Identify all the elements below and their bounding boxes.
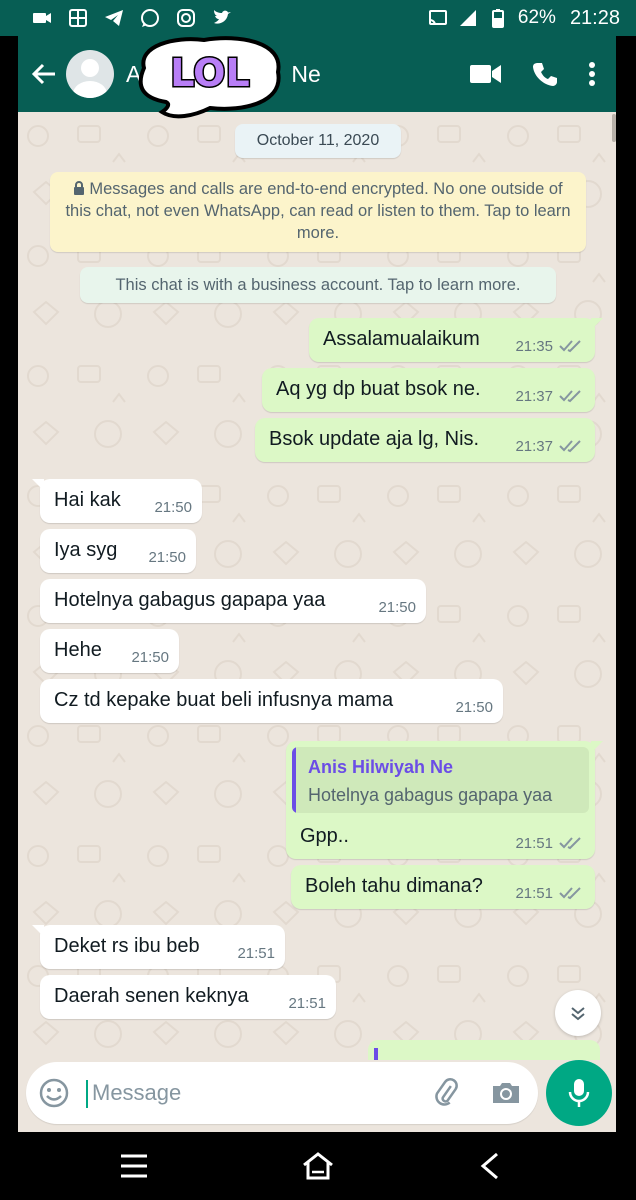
message-composer: Message (18, 1060, 616, 1132)
back-icon (480, 1152, 498, 1180)
message-text: Cz td kepake buat beli infusnya mama (54, 689, 394, 711)
home-button[interactable] (298, 1146, 338, 1186)
camera-icon[interactable] (490, 1077, 522, 1109)
message-bubble[interactable]: Daerah senen keknya 21:51 (40, 975, 336, 1019)
quote-bar (374, 1048, 378, 1060)
message-time: 21:51 (515, 835, 553, 852)
message-text: Iya syg (54, 539, 118, 561)
read-receipt-icon (559, 887, 581, 900)
message-time: 21:37 (515, 388, 553, 405)
camera-icon (33, 13, 51, 23)
default-avatar-icon (73, 59, 107, 98)
telegram-icon (105, 10, 123, 26)
text-caret (86, 1080, 88, 1108)
read-receipt-icon (559, 390, 581, 403)
signal-icon (459, 10, 476, 26)
bubble-tail (32, 479, 44, 491)
read-receipt-icon (559, 837, 581, 850)
twitter-icon (214, 10, 231, 24)
message-text: Deket rs ibu beb (54, 935, 200, 957)
message-text: Hehe (54, 639, 102, 661)
bubble-tail (591, 741, 603, 753)
message-text: Daerah senen keknya (54, 985, 249, 1007)
read-receipt-icon (559, 440, 581, 453)
recent-apps-button[interactable] (114, 1146, 154, 1186)
contact-name-suffix[interactable]: Ne (291, 61, 320, 88)
quoted-text: Hotelnya gabagus gapapa yaa (308, 785, 553, 805)
message-time: 21:51 (515, 885, 553, 902)
chat-header: A Ne (18, 36, 616, 112)
scroll-to-bottom-button[interactable] (555, 990, 601, 1036)
message-bubble[interactable]: Hotelnya gabagus gapapa yaa 21:50 (40, 579, 426, 623)
message-time: 21:50 (154, 499, 192, 516)
encryption-notice-text: Messages and calls are end-to-end encryp… (65, 180, 571, 242)
message-time: 21:50 (378, 599, 416, 616)
back-button[interactable] (24, 54, 64, 94)
bubble-tail (591, 318, 603, 330)
message-text: Hotelnya gabagus gapapa yaa (54, 589, 326, 611)
system-navigation-bar (0, 1132, 636, 1200)
partial-message-bubble[interactable] (368, 1040, 600, 1060)
whatsapp-icon (141, 9, 159, 27)
avatar[interactable] (66, 50, 114, 98)
more-icon[interactable] (588, 61, 596, 87)
message-time: 21:50 (131, 649, 169, 666)
message-bubble[interactable]: Cz td kepake buat beli infusnya mama 21:… (40, 679, 503, 723)
message-time: 21:37 (515, 438, 553, 455)
attach-icon[interactable] (430, 1077, 462, 1109)
status-bar: 62% 21:28 (0, 0, 636, 36)
lock-icon (74, 181, 85, 195)
message-bubble[interactable]: Assalamualaikum 21:35 (309, 318, 603, 362)
back-arrow-icon (31, 63, 55, 85)
gallery-icon (69, 9, 87, 27)
business-notice[interactable]: This chat is with a business account. Ta… (80, 267, 556, 303)
video-call-icon[interactable] (470, 63, 502, 85)
instagram-icon (177, 9, 195, 27)
quoted-sender: Anis Hilwiyah Ne (308, 757, 454, 777)
message-bubble[interactable]: Iya syg 21:50 (40, 529, 196, 573)
message-time: 21:50 (455, 699, 493, 716)
message-text: Gpp.. (300, 825, 349, 847)
message-bubble[interactable]: Aq yg dp buat bsok ne. 21:37 (262, 368, 595, 412)
bubble-tail (32, 925, 44, 937)
clock: 21:28 (569, 6, 620, 29)
battery-icon (491, 9, 504, 28)
quote-bar (292, 747, 296, 813)
quoted-message[interactable]: Anis Hilwiyah Ne Hotelnya gabagus gapapa… (292, 747, 589, 813)
home-icon (303, 1152, 333, 1180)
reply-message-bubble[interactable]: Anis Hilwiyah Ne Hotelnya gabagus gapapa… (286, 741, 603, 859)
mic-icon (568, 1079, 590, 1107)
voice-message-button[interactable] (546, 1060, 612, 1126)
chevron-down-icon (571, 1007, 585, 1021)
message-bubble[interactable]: Deket rs ibu beb 21:51 (32, 925, 285, 969)
back-nav-button[interactable] (470, 1146, 510, 1186)
voice-call-icon[interactable] (532, 61, 558, 87)
date-chip: October 11, 2020 (235, 124, 401, 158)
message-bubble[interactable]: Hehe 21:50 (40, 629, 179, 673)
message-text: Bsok update aja lg, Nis. (269, 428, 480, 450)
message-text: Aq yg dp buat bsok ne. (276, 378, 481, 400)
battery-percent: 62% (517, 7, 556, 28)
message-text: Boleh tahu dimana? (305, 875, 483, 897)
menu-icon (121, 1154, 147, 1178)
message-text: Hai kak (54, 489, 121, 511)
scrollbar[interactable] (612, 114, 616, 142)
message-input[interactable]: Message (92, 1080, 181, 1106)
message-time: 21:50 (148, 549, 186, 566)
lol-text: LOL (170, 51, 249, 95)
message-time: 21:35 (515, 338, 553, 355)
encryption-notice[interactable]: Messages and calls are end-to-end encryp… (50, 172, 586, 252)
message-time: 21:51 (288, 995, 326, 1012)
emoji-icon[interactable] (38, 1077, 70, 1109)
chat-area[interactable]: October 11, 2020 Messages and calls are … (18, 112, 616, 1060)
read-receipt-icon (559, 340, 581, 353)
message-bubble[interactable]: Boleh tahu dimana? 21:51 (291, 865, 595, 909)
message-bubble[interactable]: Hai kak 21:50 (32, 479, 202, 523)
message-input-wrapper[interactable]: Message (26, 1062, 538, 1124)
message-text: Assalamualaikum (323, 328, 480, 350)
lol-sticker: LOL (134, 28, 286, 124)
message-time: 21:51 (237, 945, 275, 962)
cast-icon (428, 10, 447, 26)
message-bubble[interactable]: Bsok update aja lg, Nis. 21:37 (255, 418, 595, 462)
